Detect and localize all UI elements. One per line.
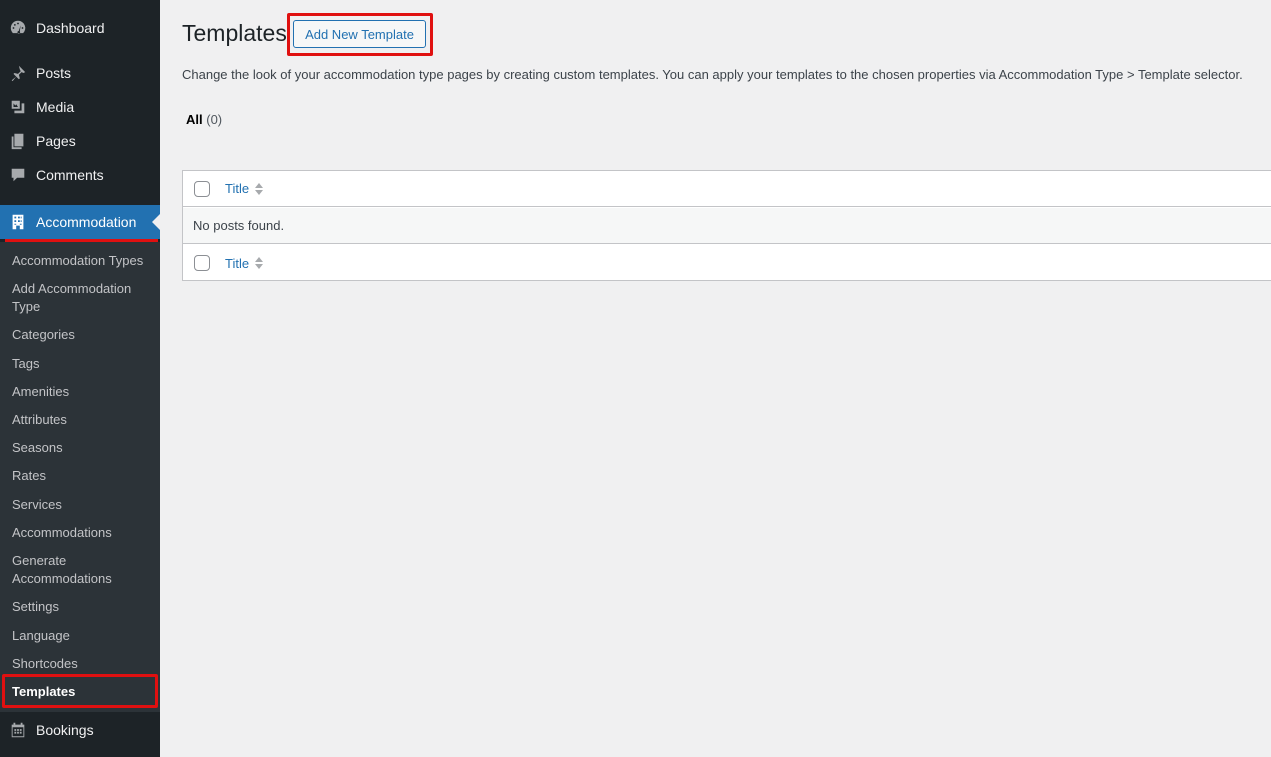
sort-arrows-icon: [255, 257, 264, 269]
submenu-generate-accommodations[interactable]: Generate Accommodations: [12, 552, 152, 588]
table-header-row: Title: [183, 171, 1271, 207]
add-new-template-button[interactable]: Add New Template: [293, 20, 426, 48]
submenu-seasons[interactable]: Seasons: [12, 439, 152, 457]
table-row: No posts found.: [183, 208, 1271, 244]
menu-accommodation-label: Accommodation: [36, 214, 137, 230]
submenu-accommodation-types[interactable]: Accommodation Types: [12, 252, 152, 270]
pages-icon: [0, 132, 36, 150]
filter-all-count: (0): [206, 112, 223, 127]
menu-posts[interactable]: Posts: [0, 56, 160, 90]
submenu-attributes[interactable]: Attributes: [12, 411, 152, 429]
page-title: Templates: [182, 20, 287, 46]
menu-dashboard-label: Dashboard: [36, 20, 105, 36]
calendar-icon: [0, 721, 36, 739]
admin-sidebar: Dashboard Posts Media Pages Comments Acc…: [0, 0, 160, 757]
menu-posts-label: Posts: [36, 65, 72, 81]
menu-bookings[interactable]: Bookings: [0, 713, 160, 747]
menu-comments-label: Comments: [36, 167, 104, 183]
menu-dashboard[interactable]: Dashboard: [0, 11, 160, 45]
page-description: Change the look of your accommodation ty…: [182, 67, 1243, 82]
current-menu-arrow: [152, 214, 160, 230]
submenu-categories[interactable]: Categories: [12, 326, 152, 344]
sort-arrows-icon: [255, 182, 264, 195]
select-all-checkbox[interactable]: [194, 180, 210, 197]
media-icon: [0, 98, 36, 116]
comment-icon: [0, 166, 36, 184]
submenu-accommodations[interactable]: Accommodations: [12, 524, 152, 542]
menu-comments[interactable]: Comments: [0, 158, 160, 192]
menu-pages-label: Pages: [36, 133, 76, 149]
submenu-add-accommodation-type[interactable]: Add Accommodation Type: [12, 280, 152, 316]
menu-accommodation[interactable]: Accommodation: [0, 205, 160, 239]
menu-pages[interactable]: Pages: [0, 124, 160, 158]
menu-media[interactable]: Media: [0, 90, 160, 124]
menu-media-label: Media: [36, 99, 75, 115]
title-column-sort-footer[interactable]: Title: [225, 255, 264, 271]
submenu-shortcodes[interactable]: Shortcodes: [12, 655, 152, 673]
accommodation-submenu: Accommodation Types Add Accommodation Ty…: [0, 242, 160, 712]
table-footer-row: Title: [183, 245, 1271, 281]
status-filter: All (0): [186, 112, 222, 127]
no-posts-message: No posts found.: [193, 218, 285, 233]
submenu-templates[interactable]: Templates: [12, 683, 152, 701]
submenu-settings[interactable]: Settings: [12, 598, 152, 616]
menu-bookings-label: Bookings: [36, 722, 94, 738]
title-column-sort[interactable]: Title: [225, 181, 264, 196]
filter-all-link[interactable]: All: [186, 112, 203, 127]
submenu-services[interactable]: Services: [12, 496, 152, 514]
select-all-checkbox-footer[interactable]: [194, 255, 210, 271]
building-icon: [0, 213, 36, 231]
dashboard-icon: [0, 19, 36, 37]
submenu-tags[interactable]: Tags: [12, 355, 152, 373]
templates-table: Title No posts found. Title: [182, 170, 1271, 281]
pushpin-icon: [0, 64, 36, 82]
submenu-amenities[interactable]: Amenities: [12, 383, 152, 401]
title-column-label: Title: [225, 181, 250, 196]
submenu-rates[interactable]: Rates: [12, 467, 152, 485]
submenu-language[interactable]: Language: [12, 627, 152, 645]
title-column-label-footer: Title: [225, 255, 250, 271]
